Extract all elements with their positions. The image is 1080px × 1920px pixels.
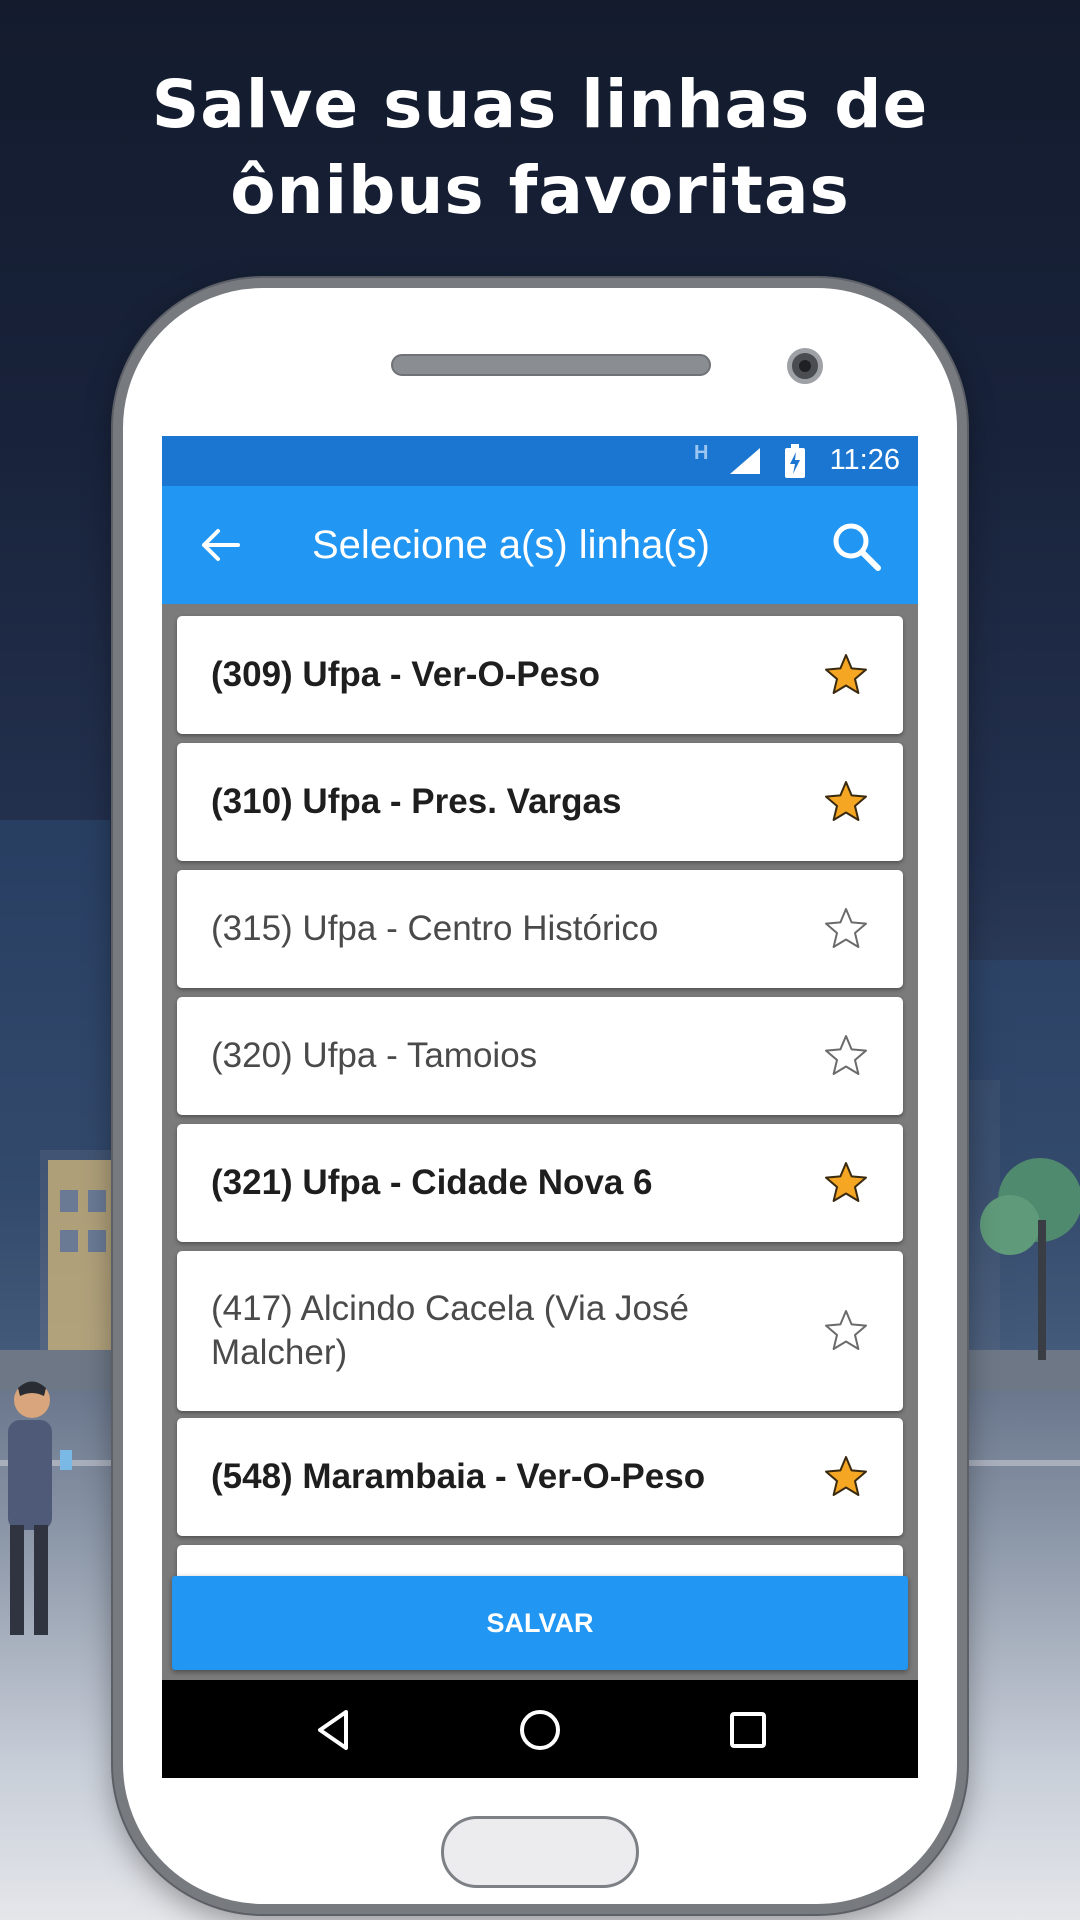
phone-camera	[787, 348, 823, 384]
nav-recents-icon[interactable]	[724, 1706, 772, 1754]
bus-line-label: (315) Ufpa - Centro Histórico	[211, 909, 659, 948]
star-outline-icon[interactable]	[823, 1308, 869, 1354]
page-title: Selecione a(s) linha(s)	[312, 523, 710, 567]
status-time: 11:26	[829, 444, 900, 476]
bus-line-item[interactable]: (310) Ufpa - Pres. Vargas	[177, 743, 903, 861]
search-icon[interactable]	[830, 520, 882, 572]
network-type-indicator: H	[694, 442, 709, 464]
star-filled-icon[interactable]	[823, 1454, 869, 1500]
headline-line-1: Salve suas linhas de	[151, 66, 929, 143]
bus-line-item[interactable]: (315) Ufpa - Centro Histórico	[177, 870, 903, 988]
bus-line-item[interactable]: (548) Marambaia - Ver-O-Peso	[177, 1418, 903, 1536]
bus-line-item[interactable]: (320) Ufpa - Tamoios	[177, 997, 903, 1115]
star-outline-icon[interactable]	[823, 1033, 869, 1079]
headline-line-2: ônibus favoritas	[230, 152, 850, 229]
bus-line-item[interactable]: (321) Ufpa - Cidade Nova 6	[177, 1124, 903, 1242]
promo-headline: Salve suas linhas de ônibus favoritas	[0, 62, 1080, 234]
app-screen: H 11:26 Selecione a(s) linha(s) (309) Uf…	[162, 436, 918, 1778]
nav-home-icon[interactable]	[516, 1706, 564, 1754]
bus-line-label: (310) Ufpa - Pres. Vargas	[211, 782, 622, 821]
android-nav-bar	[162, 1680, 918, 1778]
bus-line-label: (548) Marambaia - Ver-O-Peso	[211, 1457, 706, 1496]
signal-icon	[730, 448, 760, 474]
star-filled-icon[interactable]	[823, 1160, 869, 1206]
phone-home-button	[441, 1816, 639, 1888]
save-button[interactable]: SALVAR	[172, 1576, 908, 1670]
bus-line-label: (417) Alcindo Cacela (Via José Malcher)	[211, 1289, 689, 1372]
bus-line-label: (321) Ufpa - Cidade Nova 6	[211, 1163, 653, 1202]
app-toolbar: Selecione a(s) linha(s)	[162, 486, 918, 604]
star-filled-icon[interactable]	[823, 652, 869, 698]
arrow-left-icon[interactable]	[198, 523, 242, 567]
star-filled-icon[interactable]	[823, 779, 869, 825]
star-outline-icon[interactable]	[823, 906, 869, 952]
status-bar: H 11:26	[162, 436, 918, 486]
nav-back-icon[interactable]	[310, 1706, 358, 1754]
bus-line-label: (320) Ufpa - Tamoios	[211, 1036, 538, 1075]
phone-speaker	[391, 354, 711, 376]
battery-charging-icon	[785, 444, 805, 478]
bus-line-label: (309) Ufpa - Ver-O-Peso	[211, 655, 600, 694]
bus-line-item[interactable]: (309) Ufpa - Ver-O-Peso	[177, 616, 903, 734]
bus-line-item[interactable]: (417) Alcindo Cacela (Via José Malcher)	[177, 1251, 903, 1411]
